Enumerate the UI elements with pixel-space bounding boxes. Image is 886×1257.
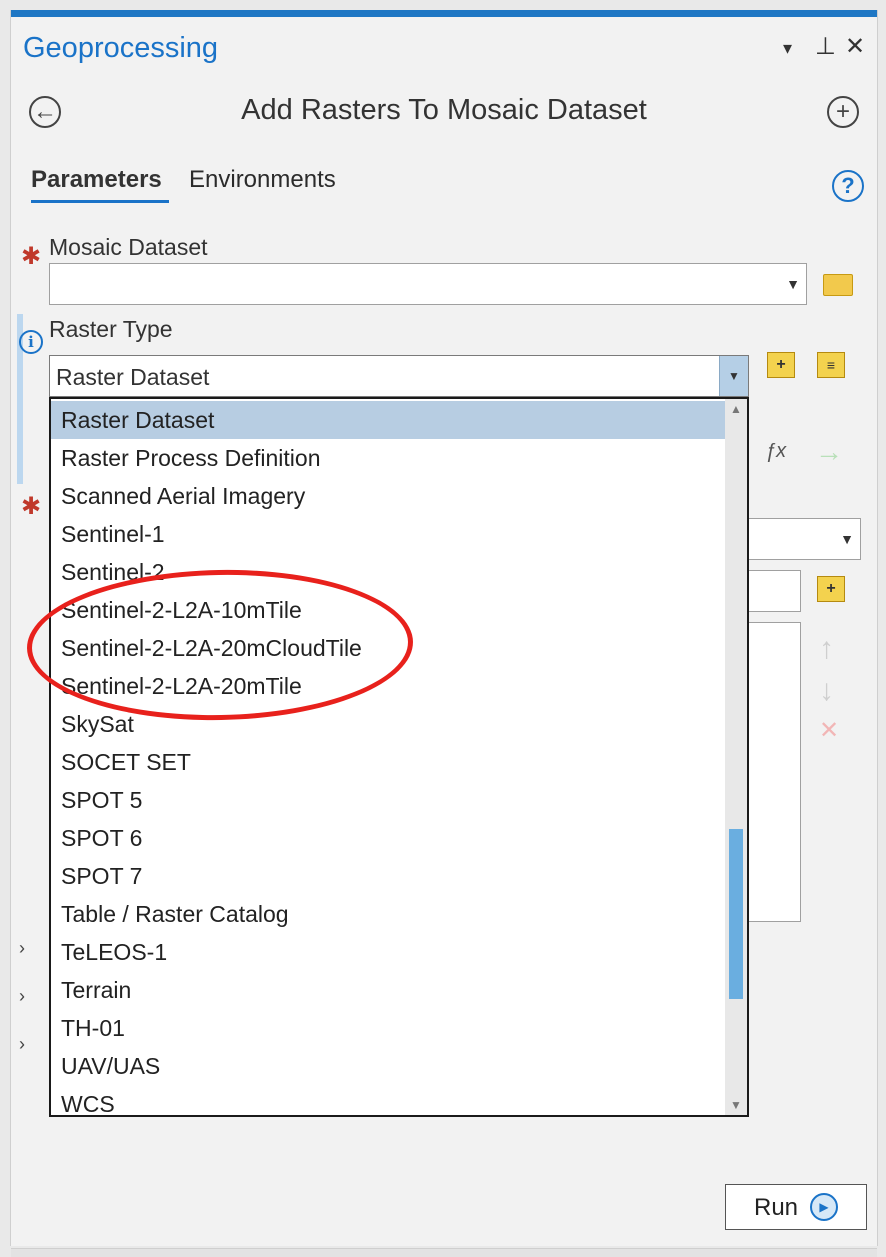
pane-menu-icon[interactable]: ▾ xyxy=(783,38,792,59)
dropdown-option[interactable]: WCS xyxy=(51,1085,725,1115)
bottom-tab-strip xyxy=(11,1248,877,1257)
add-input-icon[interactable]: + xyxy=(817,576,845,602)
input-list[interactable] xyxy=(741,622,801,922)
tab-parameters[interactable]: Parameters xyxy=(31,166,162,194)
add-icon[interactable]: + xyxy=(827,96,859,128)
add-raster-type-icon[interactable]: + xyxy=(767,352,795,378)
dropdown-option[interactable]: Raster Dataset xyxy=(51,401,725,439)
pane-title: Geoprocessing xyxy=(23,32,219,64)
move-up-icon[interactable]: ↑ xyxy=(819,632,834,666)
active-tab-indicator xyxy=(31,200,169,203)
input-data-field[interactable]: ▼ xyxy=(741,518,861,560)
chevron-right-icon[interactable]: › xyxy=(19,986,25,1007)
mosaic-dataset-label: Mosaic Dataset xyxy=(49,234,208,260)
raster-type-label: Raster Type xyxy=(49,316,173,342)
scroll-down-icon[interactable]: ▼ xyxy=(725,1095,747,1115)
chevron-down-icon[interactable]: ▼ xyxy=(840,531,854,547)
help-icon[interactable]: ? xyxy=(832,170,864,202)
raster-type-dropdown[interactable]: Raster Dataset Raster Process Definition… xyxy=(49,397,749,1117)
properties-icon[interactable]: ≡ xyxy=(817,352,845,378)
dropdown-option[interactable]: Table / Raster Catalog xyxy=(51,895,725,933)
remove-icon[interactable]: ✕ xyxy=(819,716,839,745)
chevron-down-icon[interactable]: ▼ xyxy=(719,356,748,396)
scroll-up-icon[interactable]: ▲ xyxy=(725,399,747,419)
dropdown-option[interactable]: TH-01 xyxy=(51,1009,725,1047)
chevron-right-icon[interactable]: › xyxy=(19,938,25,959)
chevron-down-icon[interactable]: ▼ xyxy=(786,276,800,292)
function-icon[interactable]: ƒx xyxy=(765,440,786,463)
pane-accent-bar xyxy=(11,10,877,17)
run-icon: ▶ xyxy=(810,1193,838,1221)
dropdown-option[interactable]: Sentinel-1 xyxy=(51,515,725,553)
dropdown-option[interactable]: Terrain xyxy=(51,971,725,1009)
required-icon: ✱ xyxy=(21,243,42,270)
dropdown-option[interactable]: SPOT 5 xyxy=(51,781,725,819)
tool-title: Add Rasters To Mosaic Dataset xyxy=(241,94,647,126)
raster-type-combo[interactable]: Raster Dataset ▼ xyxy=(49,355,749,397)
chevron-right-icon[interactable]: › xyxy=(19,1034,25,1055)
run-button[interactable]: Run ▶ xyxy=(725,1184,867,1230)
pin-icon[interactable]: ⊥ xyxy=(815,32,836,61)
geoprocessing-pane: Geoprocessing ▾ ⊥ ✕ ← Add Rasters To Mos… xyxy=(10,10,878,1257)
tab-environments[interactable]: Environments xyxy=(189,166,336,194)
move-down-icon[interactable]: ↓ xyxy=(819,674,834,708)
info-icon[interactable]: i xyxy=(19,330,43,354)
close-icon[interactable]: ✕ xyxy=(845,32,865,61)
required-icon: ✱ xyxy=(21,493,42,520)
dropdown-option[interactable]: Scanned Aerial Imagery xyxy=(51,477,725,515)
input-path-field[interactable] xyxy=(741,570,801,612)
dropdown-option[interactable]: UAV/UAS xyxy=(51,1047,725,1085)
arrow-right-icon[interactable]: → xyxy=(815,436,843,468)
raster-type-value: Raster Dataset xyxy=(56,364,210,390)
dropdown-scrollbar[interactable]: ▲ ▼ xyxy=(725,399,747,1115)
run-label: Run xyxy=(754,1194,799,1221)
dropdown-option[interactable]: SPOT 7 xyxy=(51,857,725,895)
scroll-thumb[interactable] xyxy=(729,829,743,999)
folder-icon[interactable] xyxy=(823,274,853,296)
dropdown-option[interactable]: SOCET SET xyxy=(51,743,725,781)
dropdown-option[interactable]: SPOT 6 xyxy=(51,819,725,857)
dropdown-option[interactable]: Raster Process Definition xyxy=(51,439,725,477)
mosaic-dataset-field[interactable]: ▼ xyxy=(49,263,807,305)
dropdown-option[interactable]: TeLEOS-1 xyxy=(51,933,725,971)
